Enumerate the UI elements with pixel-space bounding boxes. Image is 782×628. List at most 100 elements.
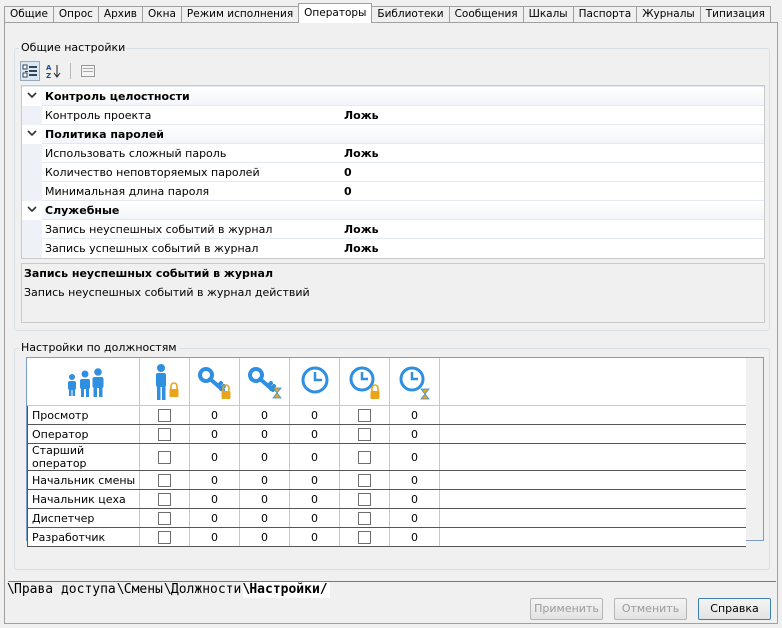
table-cell-value[interactable]: 0 xyxy=(389,470,440,490)
property-value[interactable]: Ложь xyxy=(344,109,379,122)
checkbox[interactable] xyxy=(158,511,171,525)
tab-journals[interactable]: Журналы xyxy=(636,6,701,23)
collapse-chevron-icon[interactable] xyxy=(22,86,42,106)
property-value[interactable]: Ложь xyxy=(344,242,379,255)
property-row[interactable]: Минимальная длина пароля 0 xyxy=(22,181,764,201)
table-cell-value[interactable]: 0 xyxy=(189,508,240,528)
table-cell-value[interactable]: 0 xyxy=(289,527,340,547)
tab-scales[interactable]: Шкалы xyxy=(522,6,574,23)
property-pages-button[interactable] xyxy=(78,61,98,81)
tab-messages[interactable]: Сообщения xyxy=(448,6,524,23)
tab-libraries[interactable]: Библиотеки xyxy=(371,6,450,23)
table-cell-checkbox[interactable] xyxy=(339,489,390,509)
property-category[interactable]: Контроль целостности xyxy=(22,86,764,106)
checkbox[interactable] xyxy=(158,492,171,506)
collapse-chevron-icon[interactable] xyxy=(22,200,42,220)
bottom-tab-shifts[interactable]: \ Смены xyxy=(117,582,165,598)
property-row[interactable]: Запись успешных событий в журнал Ложь xyxy=(22,238,764,258)
tab-windows[interactable]: Окна xyxy=(142,6,182,23)
checkbox[interactable] xyxy=(158,530,171,544)
table-cell-value[interactable]: 0 xyxy=(189,443,240,471)
tab-typing[interactable]: Типизация xyxy=(699,6,771,23)
table-cell-checkbox[interactable] xyxy=(339,443,390,471)
checkbox[interactable] xyxy=(158,427,171,441)
checkbox[interactable] xyxy=(358,473,371,487)
table-cell-value[interactable]: 0 xyxy=(239,470,290,490)
table-cell-value[interactable]: 0 xyxy=(289,443,340,471)
table-cell-value[interactable]: 0 xyxy=(239,405,290,425)
checkbox[interactable] xyxy=(158,473,171,487)
bottom-tab-settings[interactable]: \ Настройки/ xyxy=(242,582,330,598)
table-cell-checkbox[interactable] xyxy=(339,405,390,425)
table-cell-value[interactable]: 0 xyxy=(239,424,290,444)
checkbox[interactable] xyxy=(358,530,371,544)
table-cell-checkbox[interactable] xyxy=(139,527,190,547)
table-cell-value[interactable]: 0 xyxy=(289,508,340,528)
property-value[interactable]: Ложь xyxy=(344,147,379,160)
alphabetical-sort-button[interactable]: A Z xyxy=(43,61,63,81)
property-row[interactable]: Запись неуспешных событий в журнал Ложь xyxy=(22,219,764,239)
categorized-view-button[interactable] xyxy=(20,61,40,81)
table-cell-value[interactable]: 0 xyxy=(289,405,340,425)
table-cell-checkbox[interactable] xyxy=(339,424,390,444)
table-cell-value[interactable]: 0 xyxy=(239,527,290,547)
tab-archive[interactable]: Архив xyxy=(97,6,143,23)
table-cell-value[interactable]: 0 xyxy=(239,508,290,528)
tab-passports[interactable]: Паспорта xyxy=(572,6,638,23)
checkbox[interactable] xyxy=(358,408,371,422)
table-cell-value[interactable]: 0 xyxy=(389,405,440,425)
table-cell-checkbox[interactable] xyxy=(139,508,190,528)
table-cell-value[interactable]: 0 xyxy=(389,443,440,471)
table-cell-value[interactable]: 0 xyxy=(189,424,240,444)
checkbox[interactable] xyxy=(158,408,171,422)
table-cell-checkbox[interactable] xyxy=(339,508,390,528)
collapse-chevron-icon[interactable] xyxy=(22,124,42,144)
property-value[interactable]: 0 xyxy=(344,166,352,179)
table-cell-checkbox[interactable] xyxy=(339,470,390,490)
apply-button[interactable]: Применить xyxy=(530,598,603,620)
table-cell-checkbox[interactable] xyxy=(139,470,190,490)
property-category[interactable]: Служебные xyxy=(22,200,764,220)
tab-operators[interactable]: Операторы xyxy=(298,3,373,23)
table-cell-checkbox[interactable] xyxy=(139,443,190,471)
table-cell-value[interactable]: 0 xyxy=(389,424,440,444)
tab-polling[interactable]: Опрос xyxy=(52,6,99,23)
property-row[interactable]: Контроль проекта Ложь xyxy=(22,105,764,125)
bottom-tab-access-rights[interactable]: \ Права доступа xyxy=(7,582,118,598)
table-cell-value[interactable]: 0 xyxy=(239,443,290,471)
table-cell-value[interactable]: 0 xyxy=(289,424,340,444)
group-icon xyxy=(68,367,104,397)
tab-general[interactable]: Общие xyxy=(4,6,54,23)
table-cell-value[interactable]: 0 xyxy=(389,489,440,509)
bottom-tab-positions[interactable]: \ Должности xyxy=(164,582,243,598)
help-button[interactable]: Справка xyxy=(698,598,771,620)
table-cell-checkbox[interactable] xyxy=(139,489,190,509)
table-cell-value[interactable]: 0 xyxy=(189,405,240,425)
property-row[interactable]: Количество неповторяемых паролей 0 xyxy=(22,162,764,182)
property-value[interactable]: Ложь xyxy=(344,223,379,236)
checkbox[interactable] xyxy=(158,450,171,464)
table-cell-value[interactable]: 0 xyxy=(239,489,290,509)
table-cell-filler xyxy=(439,470,746,490)
table-cell-value[interactable]: 0 xyxy=(389,508,440,528)
property-category[interactable]: Политика паролей xyxy=(22,124,764,144)
property-row[interactable]: Использовать сложный пароль Ложь xyxy=(22,143,764,163)
property-value[interactable]: 0 xyxy=(344,185,352,198)
checkbox[interactable] xyxy=(358,427,371,441)
table-cell-value[interactable]: 0 xyxy=(189,470,240,490)
cancel-button[interactable]: Отменить xyxy=(614,598,687,620)
table-cell-checkbox[interactable] xyxy=(139,424,190,444)
checkbox[interactable] xyxy=(358,492,371,506)
table-cell-value[interactable]: 0 xyxy=(189,527,240,547)
checkbox[interactable] xyxy=(358,450,371,464)
table-cell-value[interactable]: 0 xyxy=(389,527,440,547)
table-cell-checkbox[interactable] xyxy=(339,527,390,547)
table-cell-value[interactable]: 0 xyxy=(289,489,340,509)
table-cell-value[interactable]: 0 xyxy=(189,489,240,509)
tab-runtime-mode[interactable]: Режим исполнения xyxy=(180,6,300,23)
header-person-lock xyxy=(139,358,190,406)
table-cell-checkbox[interactable] xyxy=(139,405,190,425)
checkbox[interactable] xyxy=(358,511,371,525)
table-cell-value[interactable]: 0 xyxy=(289,470,340,490)
property-name: Контроль проекта xyxy=(45,108,152,122)
